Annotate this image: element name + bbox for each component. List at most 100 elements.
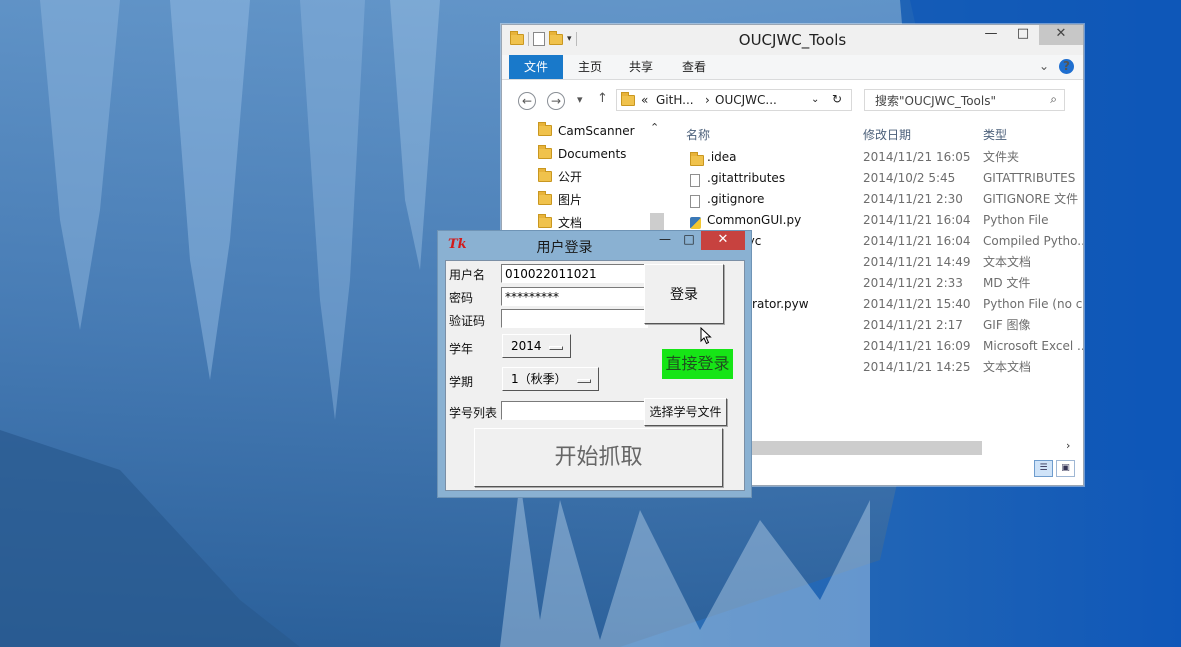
chevron-down-icon[interactable]: ⌄ xyxy=(811,94,819,105)
file-type: 文件夹 xyxy=(983,150,1020,164)
maximize-button[interactable]: □ xyxy=(1007,25,1039,45)
nav-item-documents[interactable]: Documents xyxy=(538,144,626,164)
start-crawl-button[interactable]: 开始抓取 xyxy=(474,428,723,487)
nav-item-label: 公开 xyxy=(558,170,583,184)
login-window-controls: — □ ✕ xyxy=(653,231,745,250)
breadcrumb-separator: › xyxy=(705,93,710,107)
nav-item-public[interactable]: 公开 xyxy=(538,167,582,187)
login-button[interactable]: 登录 xyxy=(644,264,724,324)
details-view-icon[interactable]: ☰ xyxy=(1034,460,1053,477)
explorer-titlebar[interactable]: ▾ OUCJWC_Tools — □ ✕ xyxy=(502,25,1083,55)
folder-icon xyxy=(621,92,635,106)
file-type: MD 文件 xyxy=(983,276,1031,290)
term-value: 1（秋季） xyxy=(511,372,567,386)
year-select[interactable]: 2014 xyxy=(502,334,571,358)
username-input[interactable] xyxy=(501,264,648,283)
file-type: GITATTRIBUTES xyxy=(983,171,1076,185)
search-input[interactable] xyxy=(873,91,1037,111)
file-type: GIF 图像 xyxy=(983,318,1031,332)
file-name: .gitignore xyxy=(707,192,765,206)
refresh-icon[interactable]: ↻ xyxy=(832,92,842,106)
file-row[interactable]: .gitignore 2014/11/21 2:30 GITIGNORE 文件 xyxy=(678,189,1083,210)
back-icon[interactable]: ← xyxy=(518,92,536,110)
column-header-name[interactable]: 名称 xyxy=(686,126,710,143)
file-date: 2014/11/21 16:05 xyxy=(863,150,971,164)
window-controls: — □ ✕ xyxy=(975,25,1083,45)
scroll-up-icon[interactable]: ⌃ xyxy=(650,121,659,134)
captcha-input[interactable] xyxy=(501,309,648,328)
close-button[interactable]: ✕ xyxy=(701,231,745,250)
tab-file[interactable]: 文件 xyxy=(509,55,563,79)
option-indicator-icon xyxy=(549,346,563,350)
expand-ribbon-icon[interactable]: ⌄ xyxy=(1039,59,1049,73)
year-label: 学年 xyxy=(449,342,474,356)
nav-item-label: Documents xyxy=(558,147,627,161)
column-header-type[interactable]: 类型 xyxy=(983,126,1007,143)
help-icon[interactable]: ? xyxy=(1059,59,1074,74)
file-date: 2014/11/21 2:33 xyxy=(863,276,963,290)
file-date: 2014/11/21 14:25 xyxy=(863,360,971,374)
password-label: 密码 xyxy=(449,291,474,305)
term-select[interactable]: 1（秋季） xyxy=(502,367,599,391)
tab-home[interactable]: 主页 xyxy=(578,55,602,79)
file-list-header: ⌃ 名称 修改日期 类型 xyxy=(678,121,1083,145)
id-list-label: 学号列表 xyxy=(449,406,498,420)
view-switcher: ☰ ▣ xyxy=(1034,460,1075,477)
close-button[interactable]: ✕ xyxy=(1039,25,1083,45)
breadcrumb-github[interactable]: GitH... xyxy=(656,93,694,107)
choose-file-button[interactable]: 选择学号文件 xyxy=(644,398,727,426)
file-type: 文本文档 xyxy=(983,360,1032,374)
password-input[interactable] xyxy=(501,287,648,306)
captcha-label: 验证码 xyxy=(449,314,486,328)
file-row[interactable]: .gitattributes 2014/10/2 5:45 GITATTRIBUTE… xyxy=(678,168,1083,189)
file-date: 2014/11/21 15:40 xyxy=(863,297,971,311)
mouse-cursor-icon xyxy=(700,327,712,345)
file-type: Microsoft Excel ... xyxy=(983,339,1083,353)
file-type: 文本文档 xyxy=(983,255,1032,269)
file-name: CommonGUI.py xyxy=(707,213,802,227)
login-window: Tk 用户登录 — □ ✕ 用户名 密码 验证码 登录 学年 2014 直接登录… xyxy=(437,230,752,498)
maximize-button[interactable]: □ xyxy=(677,231,701,250)
breadcrumb-overflow[interactable]: « xyxy=(641,93,648,107)
horizontal-scrollbar-thumb[interactable] xyxy=(742,441,982,455)
file-name: .idea xyxy=(707,150,737,164)
forward-icon[interactable]: → xyxy=(547,92,565,110)
scroll-right-icon[interactable]: › xyxy=(1066,439,1070,452)
breadcrumb-current[interactable]: OUCJWC... xyxy=(715,93,777,107)
year-value: 2014 xyxy=(511,339,542,353)
nav-item-camscanner[interactable]: CamScanner xyxy=(538,121,635,141)
folder-icon xyxy=(538,191,552,205)
nav-item-pictures[interactable]: 图片 xyxy=(538,190,582,210)
file-date: 2014/11/21 14:49 xyxy=(863,255,971,269)
direct-login-button[interactable]: 直接登录 xyxy=(662,349,733,379)
file-type: GITIGNORE 文件 xyxy=(983,192,1079,206)
column-header-date[interactable]: 修改日期 xyxy=(863,126,911,143)
minimize-button[interactable]: — xyxy=(653,231,677,250)
ribbon-tabs: 文件 主页 共享 查看 ⌄ ? xyxy=(502,55,1083,80)
search-icon[interactable]: ⌕ xyxy=(1050,92,1057,107)
large-icons-view-icon[interactable]: ▣ xyxy=(1056,460,1075,477)
login-titlebar[interactable]: Tk 用户登录 — □ ✕ xyxy=(438,231,751,259)
recent-locations-icon[interactable]: ▾ xyxy=(577,93,583,106)
file-type: Python File xyxy=(983,213,1049,227)
tab-view[interactable]: 查看 xyxy=(682,55,706,79)
folder-icon xyxy=(538,168,552,182)
folder-icon xyxy=(538,214,552,228)
file-row[interactable]: .idea 2014/11/21 16:05 文件夹 xyxy=(678,147,1083,168)
up-icon[interactable]: ↑ xyxy=(597,91,608,106)
file-date: 2014/11/21 16:04 xyxy=(863,234,971,248)
file-date: 2014/10/2 5:45 xyxy=(863,171,956,185)
file-type: Compiled Pytho... xyxy=(983,234,1083,248)
minimize-button[interactable]: — xyxy=(975,25,1007,45)
id-list-input[interactable] xyxy=(501,401,648,420)
file-type: Python File (no c xyxy=(983,297,1083,311)
address-bar[interactable]: « GitH... › OUCJWC... ⌄ ↻ xyxy=(616,89,852,111)
sort-ascending-icon: ⌃ xyxy=(764,121,771,124)
option-indicator-icon xyxy=(577,379,591,383)
file-row[interactable]: CommonGUI.py 2014/11/21 16:04 Python File xyxy=(678,210,1083,231)
folder-icon xyxy=(538,145,552,159)
term-label: 学期 xyxy=(449,375,474,389)
login-form: 用户名 密码 验证码 登录 学年 2014 直接登录 学期 1（秋季） 学号列表… xyxy=(445,260,745,491)
tab-share[interactable]: 共享 xyxy=(629,55,653,79)
folder-icon xyxy=(538,122,552,136)
